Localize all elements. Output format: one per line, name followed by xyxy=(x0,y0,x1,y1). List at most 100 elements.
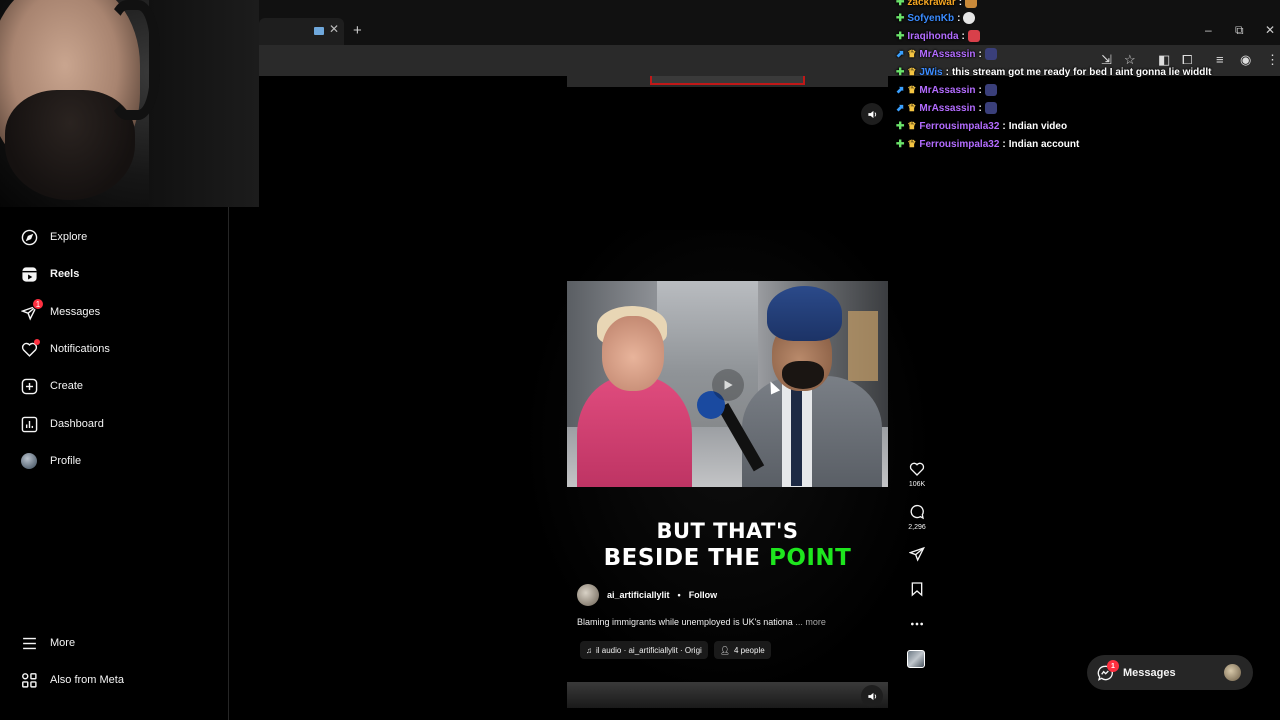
tab-favicon-icon xyxy=(314,27,324,35)
chat-message: ✚ zackrawar: xyxy=(896,0,978,10)
menu-icon xyxy=(20,634,38,652)
chat-username: MrAssassin xyxy=(919,48,976,60)
avatar[interactable] xyxy=(577,584,599,606)
sidebar-item-explore[interactable]: Explore xyxy=(20,225,87,249)
chat-username: MrAssassin xyxy=(919,84,976,96)
chat-badge-icon: ♛ xyxy=(907,84,917,96)
caption-highlight: POINT xyxy=(768,545,852,571)
messages-drawer-button[interactable]: 1 Messages xyxy=(1087,655,1253,690)
reel-chips: ♫ il audio · ai_artificiallylit · Origi … xyxy=(580,641,771,659)
chat-username: Ferrousimpala32 xyxy=(919,120,1000,132)
tab-search-icon[interactable]: ≡ xyxy=(1216,52,1224,67)
emote-icon xyxy=(984,84,997,96)
chat-message: ✚ ♛ Ferrousimpala32: Indian video xyxy=(896,118,1067,134)
mute-icon[interactable] xyxy=(861,685,883,707)
sidebar-item-label: Dashboard xyxy=(50,418,104,430)
music-note-icon: ♫ xyxy=(586,645,592,655)
man-beard xyxy=(782,361,824,389)
prime-badge-icon: ⬈ xyxy=(896,84,905,96)
chat-badge-icon: ♛ xyxy=(907,48,917,60)
play-icon[interactable] xyxy=(712,369,744,401)
cam-background xyxy=(149,0,259,207)
comment-icon xyxy=(910,504,924,520)
tagged-people-chip[interactable]: 👤︎ 4 people xyxy=(713,641,771,659)
minimize-icon[interactable]: – xyxy=(1205,23,1212,37)
heart-icon xyxy=(20,339,40,358)
tab-close-icon[interactable]: ✕ xyxy=(329,22,339,36)
comment-count: 2,296 xyxy=(908,524,926,531)
sidebar-nav: Explore Reels 1 Messages Notifications C… xyxy=(0,207,229,720)
restore-icon[interactable]: ⧉ xyxy=(1235,23,1244,38)
man-turban xyxy=(767,286,842,341)
sidebar-item-dashboard[interactable]: Dashboard xyxy=(20,412,104,436)
audio-thumbnail[interactable] xyxy=(907,650,925,668)
follow-button[interactable]: Follow xyxy=(689,590,718,600)
chat-username: Ferrousimpala32 xyxy=(919,138,1000,150)
people-label: 4 people xyxy=(733,645,765,655)
previous-reel-thumbnail xyxy=(650,76,805,85)
chat-colon: : xyxy=(961,30,965,42)
chat-message: ✚ SofyenKb: xyxy=(896,10,976,26)
man-tie xyxy=(791,386,802,486)
chat-colon: : xyxy=(978,102,982,114)
window-close-icon[interactable]: ✕ xyxy=(1265,23,1275,37)
emote-icon xyxy=(984,48,997,60)
tab-strip: ✕ + xyxy=(259,18,1280,45)
chat-badge-icon: ✚ xyxy=(896,12,905,24)
chat-text: Indian account xyxy=(1008,138,1080,150)
person-icon: 👤︎ xyxy=(719,645,730,655)
emote-icon xyxy=(967,30,980,42)
dashboard-icon xyxy=(20,415,38,433)
chat-message: ✚ Iraqihonda: xyxy=(896,28,980,44)
mute-icon[interactable] xyxy=(861,103,883,125)
sidebar-item-messages[interactable]: 1 Messages xyxy=(20,298,101,324)
more-options-button[interactable] xyxy=(903,616,931,636)
sidebar-item-also-from-meta[interactable]: Also from Meta xyxy=(20,668,124,692)
chat-colon: : xyxy=(958,0,963,8)
sidebar-item-label: Notifications xyxy=(50,343,110,355)
sidebar-item-label: Messages xyxy=(50,306,101,318)
chat-message: ⬈ ♛ MrAssassin: xyxy=(896,46,997,62)
chat-badge-icon: ♛ xyxy=(907,120,917,132)
sidebar-item-notifications[interactable]: Notifications xyxy=(20,337,110,361)
chat-badge-icon: ✚ xyxy=(896,30,905,42)
sidebar-item-reels[interactable]: Reels xyxy=(20,262,79,286)
meta-grid-icon xyxy=(20,671,38,689)
browser-tab[interactable]: ✕ xyxy=(259,18,344,45)
sidebar-item-profile[interactable]: Profile xyxy=(20,449,81,473)
like-button[interactable]: 106K xyxy=(903,461,931,488)
chat-badge-icon: ✚ xyxy=(896,138,905,150)
audio-chip[interactable]: ♫ il audio · ai_artificiallylit · Origi xyxy=(580,641,708,659)
comment-button[interactable]: 2,296 xyxy=(903,504,931,531)
save-button[interactable] xyxy=(903,581,931,601)
send-icon xyxy=(909,546,925,562)
messages-badge: 1 xyxy=(1107,660,1119,672)
description-text: Blaming immigrants while unemployed is U… xyxy=(577,617,793,627)
kebab-menu-icon[interactable]: ⋮ xyxy=(1266,52,1279,68)
sidebar-item-label: Reels xyxy=(50,268,80,280)
avatar xyxy=(1224,664,1241,681)
emote-icon xyxy=(965,0,978,8)
chat-text: Indian video xyxy=(1008,120,1068,132)
profile-icon[interactable]: ◉ xyxy=(1240,52,1251,68)
caption-line-1: BUT THAT'S xyxy=(656,519,799,543)
sidebar-item-more[interactable]: More xyxy=(20,631,75,655)
more-link[interactable]: ... more xyxy=(795,617,826,627)
caption-white: BESIDE THE xyxy=(603,545,769,571)
chat-colon: : xyxy=(957,12,961,24)
chat-badge-icon: ✚ xyxy=(896,120,905,132)
chat-badge-icon: ♛ xyxy=(907,102,917,114)
ellipsis-icon xyxy=(911,622,923,626)
next-reel-preview[interactable] xyxy=(567,682,888,708)
sidebar-item-create[interactable]: Create xyxy=(20,374,83,398)
author-username[interactable]: ai_artificiallylit xyxy=(607,590,670,600)
chat-message: ✚ ♛ Ferrousimpala32: Indian account xyxy=(896,136,1079,152)
share-button[interactable] xyxy=(903,546,931,566)
chat-badge-icon: ✚ xyxy=(896,0,905,8)
heart-icon xyxy=(909,462,925,476)
chat-username: Iraqihonda xyxy=(907,30,959,42)
prime-badge-icon: ⬈ xyxy=(896,102,905,114)
streamer-webcam xyxy=(0,0,259,207)
new-tab-icon[interactable]: + xyxy=(353,22,362,39)
emote-icon xyxy=(963,12,976,24)
